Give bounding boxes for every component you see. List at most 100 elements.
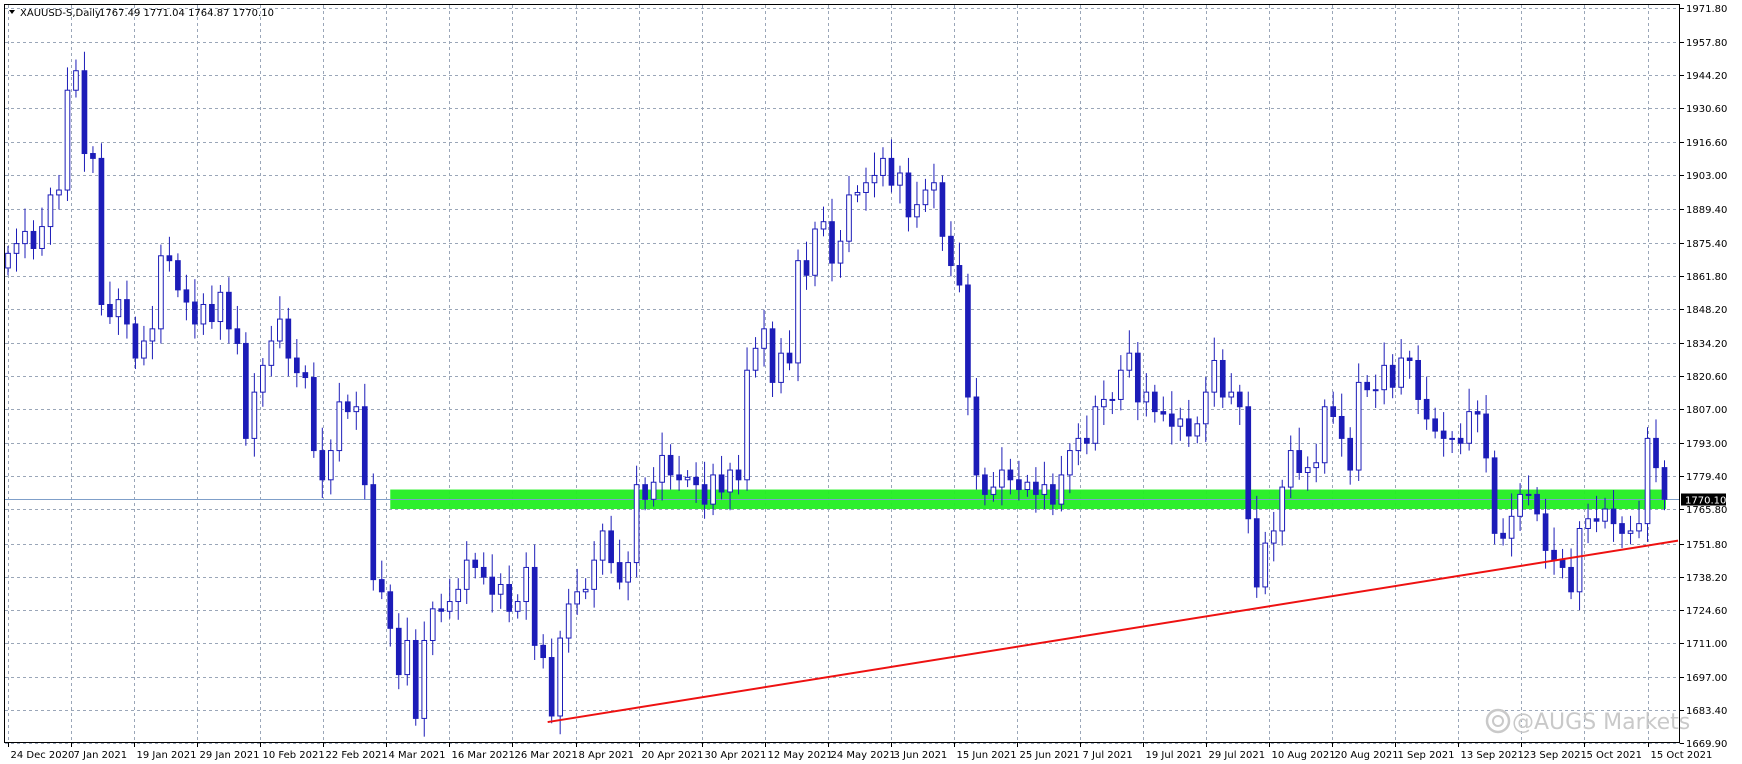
x-tick-label: 22 Feb 2021 bbox=[326, 750, 388, 761]
y-tick-label: 1834.20 bbox=[1686, 339, 1727, 350]
candle-body-up bbox=[1508, 515, 1515, 539]
x-tick-label: 16 Mar 2021 bbox=[452, 750, 515, 761]
candle-body-down bbox=[166, 255, 173, 262]
candle-body-up bbox=[837, 240, 844, 264]
candle-body-up bbox=[591, 559, 597, 590]
x-tick-label: 3 Jun 2021 bbox=[894, 750, 948, 761]
candle-body-up bbox=[1262, 542, 1269, 588]
candle-body-up bbox=[1075, 437, 1082, 452]
candle-body-down bbox=[1593, 518, 1600, 522]
candle-body-up bbox=[149, 328, 156, 342]
candle-body-down bbox=[1440, 430, 1447, 439]
candle-body-up bbox=[812, 228, 818, 276]
candle-body-up bbox=[73, 70, 79, 91]
x-tick-label: 10 Feb 2021 bbox=[263, 750, 325, 761]
candle-body-down bbox=[370, 484, 377, 581]
y-tick-label: 1861.80 bbox=[1686, 272, 1727, 283]
candle-body-down bbox=[1610, 508, 1617, 525]
candle-body-down bbox=[1296, 450, 1303, 473]
candle-body-up bbox=[990, 486, 997, 495]
candle-body-up bbox=[1355, 381, 1362, 471]
y-tick-label: 1957.80 bbox=[1686, 38, 1727, 49]
candle-body-down bbox=[209, 303, 215, 323]
candle-body-up bbox=[455, 588, 462, 603]
candle-body-up bbox=[446, 601, 453, 612]
candle-body-up bbox=[871, 174, 878, 184]
y-tick-label: 1779.40 bbox=[1686, 472, 1727, 483]
x-tick-label: 13 Sep 2021 bbox=[1461, 750, 1524, 761]
candle-body-down bbox=[472, 559, 479, 568]
y-tick-label: 1711.00 bbox=[1686, 639, 1727, 650]
candle-body-down bbox=[1568, 566, 1574, 593]
y-tick-label: 1683.40 bbox=[1686, 706, 1727, 717]
x-tick-label: 15 Oct 2021 bbox=[1651, 750, 1713, 761]
candle-body-down bbox=[939, 182, 946, 237]
current-price-label: 1770.10 bbox=[1685, 496, 1726, 507]
candle-body-down bbox=[1432, 418, 1438, 432]
candle-body-up bbox=[1117, 369, 1124, 400]
x-tick-label: 25 Jun 2021 bbox=[1020, 750, 1080, 761]
y-tick-label: 1848.20 bbox=[1686, 305, 1727, 316]
candle-body-down bbox=[293, 357, 300, 374]
candle-body-down bbox=[192, 301, 198, 325]
candle-body-down bbox=[395, 627, 402, 676]
candle bbox=[370, 473, 377, 591]
x-tick-label: 26 Mar 2021 bbox=[515, 750, 578, 761]
x-tick-label: 10 Aug 2021 bbox=[1272, 750, 1336, 761]
x-tick-label: 8 Apr 2021 bbox=[579, 750, 634, 761]
candle-body-up bbox=[1270, 530, 1277, 544]
candle-body-down bbox=[1338, 415, 1345, 439]
candle bbox=[412, 629, 419, 726]
candle-body-up bbox=[761, 328, 767, 349]
candle-body-up bbox=[115, 299, 122, 318]
candle-body-up bbox=[880, 157, 886, 176]
candle bbox=[98, 143, 105, 316]
candle-body-down bbox=[642, 484, 648, 500]
x-tick-label: 19 Jul 2021 bbox=[1146, 750, 1203, 761]
candle-body-up bbox=[795, 260, 801, 364]
candle-body-down bbox=[344, 401, 351, 413]
candle-body-down bbox=[948, 235, 954, 267]
y-tick-label: 1903.00 bbox=[1686, 171, 1727, 182]
candle-body-up bbox=[158, 255, 164, 330]
candle-body-up bbox=[429, 608, 436, 641]
y-tick-label: 1751.80 bbox=[1686, 540, 1727, 551]
candle-body-down bbox=[786, 352, 793, 364]
candle-body-down bbox=[1491, 457, 1498, 534]
x-tick-label: 24 May 2021 bbox=[831, 750, 896, 761]
candle-body-down bbox=[1474, 411, 1481, 415]
candle-body-up bbox=[574, 591, 580, 605]
candle-body-down bbox=[319, 450, 326, 481]
candle-body-down bbox=[1033, 481, 1039, 495]
x-tick-label: 29 Jan 2021 bbox=[200, 750, 260, 761]
candle-body-up bbox=[999, 469, 1005, 488]
candle-body-up bbox=[1525, 493, 1532, 496]
x-tick-label: 23 Sep 2021 bbox=[1524, 750, 1587, 761]
candle-body-down bbox=[81, 70, 88, 155]
y-tick-label: 1807.00 bbox=[1686, 405, 1727, 416]
candle-body-down bbox=[1423, 398, 1430, 420]
candle-body-up bbox=[1627, 530, 1634, 534]
candle-body-up bbox=[557, 637, 564, 717]
candle-body-down bbox=[175, 260, 181, 291]
y-tick-label: 1930.60 bbox=[1686, 104, 1727, 115]
candle-body-up bbox=[1398, 357, 1404, 388]
candle-body-up bbox=[650, 481, 657, 500]
candle-body-down bbox=[234, 328, 241, 344]
candle-body-down bbox=[888, 157, 895, 186]
candle-body-down bbox=[98, 157, 105, 305]
ohlc-values: 1767.49 1771.04 1764.87 1770.10 bbox=[99, 8, 274, 19]
candle-body-down bbox=[1347, 437, 1354, 471]
candle bbox=[158, 244, 164, 344]
candle-body-up bbox=[854, 191, 861, 196]
candle-body-up bbox=[846, 194, 852, 242]
candle-body-down bbox=[183, 289, 190, 303]
candle-body-up bbox=[1321, 406, 1328, 464]
candle-body-up bbox=[1644, 437, 1651, 525]
candle-body-up bbox=[1576, 527, 1583, 593]
candle-body-up bbox=[277, 318, 283, 342]
candle-body-down bbox=[1415, 359, 1421, 400]
candle-body-up bbox=[820, 221, 827, 230]
candle-body-up bbox=[922, 189, 929, 206]
y-tick-label: 1793.00 bbox=[1686, 439, 1727, 450]
